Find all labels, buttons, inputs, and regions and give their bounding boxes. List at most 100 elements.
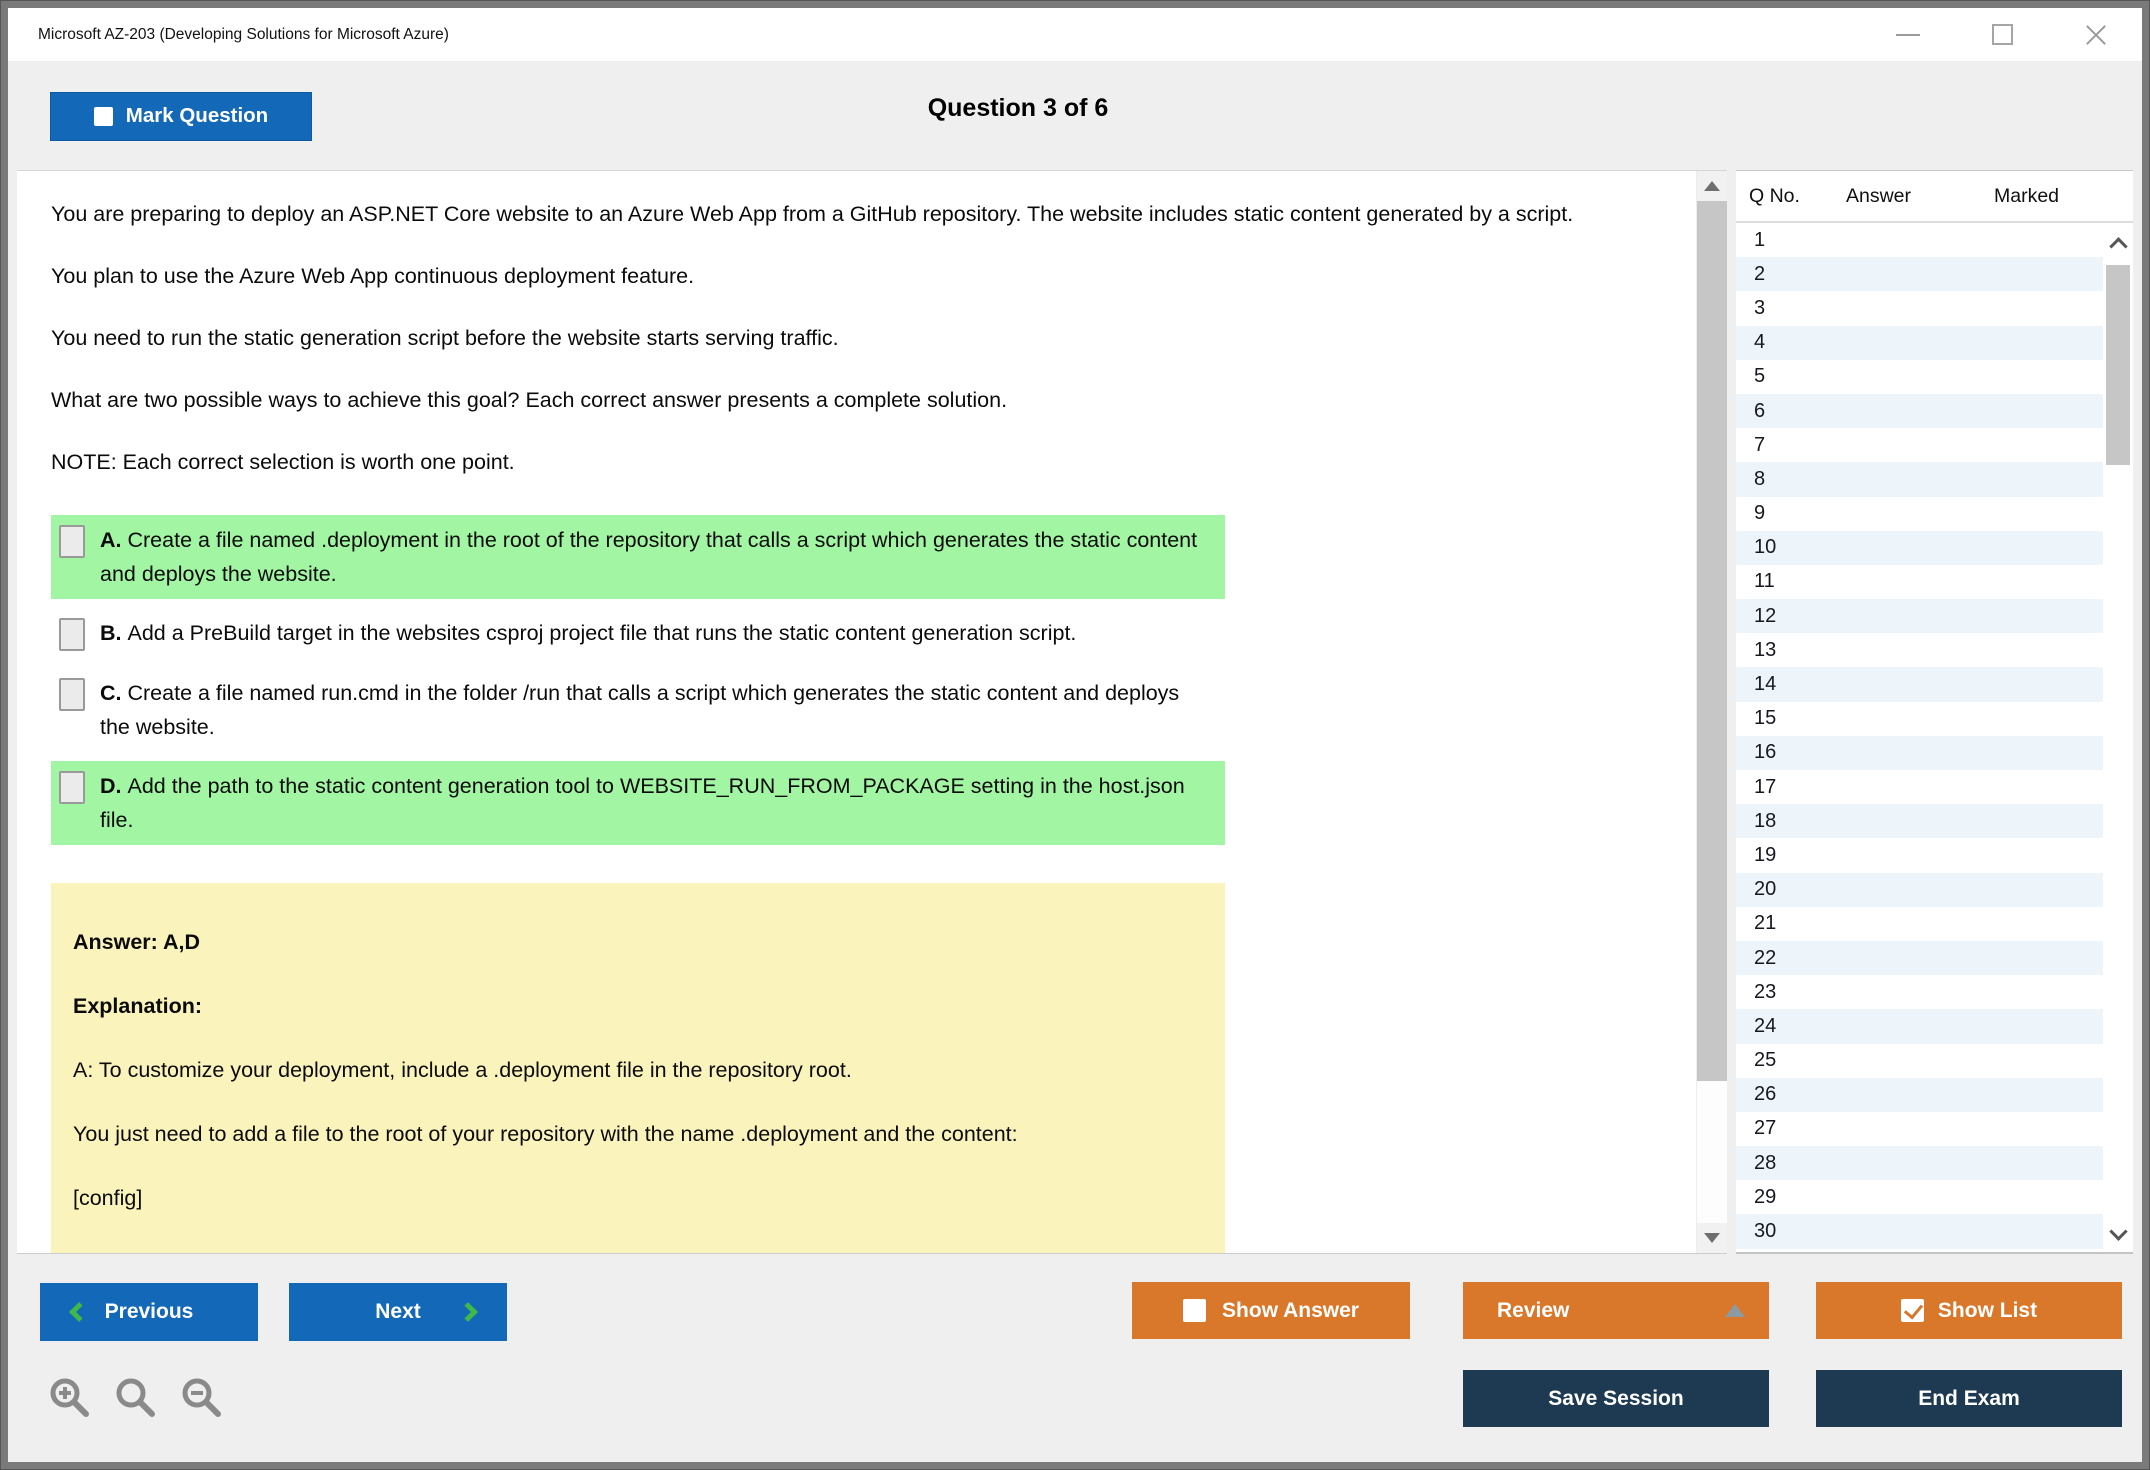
row-qno: 25 xyxy=(1736,1049,1828,1072)
answer-option-row[interactable]: A.Create a file named .deployment in the… xyxy=(51,515,1225,599)
option-body: Add a PreBuild target in the websites cs… xyxy=(128,621,1077,645)
row-qno: 3 xyxy=(1736,297,1828,320)
show-answer-label: Show Answer xyxy=(1222,1299,1359,1323)
option-checkbox[interactable] xyxy=(59,618,85,651)
question-list-row[interactable]: 9 xyxy=(1736,497,2103,531)
previous-label: Previous xyxy=(105,1300,194,1324)
row-qno: 10 xyxy=(1736,536,1828,559)
scroll-down-button[interactable] xyxy=(1697,1223,1727,1253)
end-exam-label: End Exam xyxy=(1918,1387,2020,1411)
main-scrollbar-thumb[interactable] xyxy=(1697,201,1727,1081)
question-list-row[interactable]: 20 xyxy=(1736,873,2103,907)
question-list-row[interactable]: 6 xyxy=(1736,394,2103,428)
option-checkbox[interactable] xyxy=(59,678,85,711)
question-list-row[interactable]: 27 xyxy=(1736,1112,2103,1146)
show-list-button[interactable]: Show List xyxy=(1816,1282,2122,1339)
show-list-checkbox[interactable] xyxy=(1901,1299,1924,1322)
question-list-row[interactable]: 17 xyxy=(1736,770,2103,804)
question-list-row[interactable]: 12 xyxy=(1736,599,2103,633)
show-answer-button[interactable]: Show Answer xyxy=(1132,1282,1410,1339)
previous-button[interactable]: Previous xyxy=(40,1283,258,1341)
question-list-row[interactable]: 14 xyxy=(1736,667,2103,701)
question-rows: 1 2 3 4 xyxy=(1736,223,2103,1252)
question-list-row[interactable]: 1 xyxy=(1736,223,2103,257)
answer-option-row[interactable]: B.Add a PreBuild target in the websites … xyxy=(51,608,1225,659)
question-paragraph: You need to run the static generation sc… xyxy=(51,321,1660,355)
row-qno: 19 xyxy=(1736,844,1828,867)
option-text: D.Add the path to the static content gen… xyxy=(100,769,1215,837)
question-list-row[interactable]: 2 xyxy=(1736,257,2103,291)
question-list-row[interactable]: 11 xyxy=(1736,565,2103,599)
question-list-row[interactable]: 7 xyxy=(1736,428,2103,462)
scroll-up-button[interactable] xyxy=(1697,171,1727,201)
row-qno: 26 xyxy=(1736,1083,1828,1106)
list-scroll-up-button[interactable] xyxy=(2103,229,2133,257)
main-scrollbar[interactable] xyxy=(1696,171,1727,1253)
list-scrollbar-thumb[interactable] xyxy=(2106,265,2130,465)
row-qno: 9 xyxy=(1736,502,1828,525)
question-list-row[interactable]: 18 xyxy=(1736,804,2103,838)
footer-bar: Previous Next xyxy=(8,1254,2142,1462)
zoom-out-button[interactable] xyxy=(176,1372,228,1424)
maximize-button[interactable] xyxy=(1984,17,2020,53)
zoom-reset-button[interactable] xyxy=(110,1372,162,1424)
question-list-row[interactable]: 29 xyxy=(1736,1180,2103,1214)
option-text: C.Create a file named run.cmd in the fol… xyxy=(100,676,1215,744)
question-paragraph: You plan to use the Azure Web App contin… xyxy=(51,259,1660,293)
show-answer-checkbox[interactable] xyxy=(1183,1299,1206,1322)
answer-option-row[interactable]: C.Create a file named run.cmd in the fol… xyxy=(51,668,1225,752)
question-list-row[interactable]: 23 xyxy=(1736,975,2103,1009)
row-qno: 1 xyxy=(1736,229,1828,252)
option-letter: D. xyxy=(100,774,122,798)
answer-options: A.Create a file named .deployment in the… xyxy=(51,515,1660,845)
question-list-panel: Q No. Answer Marked 1 2 xyxy=(1736,170,2133,1254)
review-label: Review xyxy=(1497,1299,1569,1323)
question-list-row[interactable]: 8 xyxy=(1736,462,2103,496)
row-qno: 15 xyxy=(1736,707,1828,730)
question-list-row[interactable]: 26 xyxy=(1736,1078,2103,1112)
content-area: You are preparing to deploy an ASP.NET C… xyxy=(8,170,2142,1254)
question-list-row[interactable]: 24 xyxy=(1736,1009,2103,1043)
question-list-row[interactable]: 3 xyxy=(1736,291,2103,325)
question-list-row[interactable]: 10 xyxy=(1736,531,2103,565)
question-list-row[interactable]: 25 xyxy=(1736,1044,2103,1078)
maximize-icon xyxy=(1992,24,2013,45)
question-paragraph: What are two possible ways to achieve th… xyxy=(51,383,1660,417)
option-text: B.Add a PreBuild target in the websites … xyxy=(100,616,1215,650)
close-button[interactable] xyxy=(2078,17,2114,53)
arrow-down-icon xyxy=(1704,1233,1720,1243)
question-list-row[interactable]: 4 xyxy=(1736,326,2103,360)
review-button[interactable]: Review xyxy=(1463,1282,1769,1339)
minimize-button[interactable] xyxy=(1890,17,1926,53)
chevron-down-icon xyxy=(2109,1222,2127,1240)
next-button[interactable]: Next xyxy=(289,1283,507,1341)
row-qno: 11 xyxy=(1736,570,1828,593)
mark-question-button[interactable]: Mark Question xyxy=(50,92,312,141)
answer-option-row[interactable]: D.Add the path to the static content gen… xyxy=(51,761,1225,845)
row-qno: 4 xyxy=(1736,331,1828,354)
question-list-row[interactable]: 5 xyxy=(1736,360,2103,394)
zoom-in-button[interactable] xyxy=(44,1372,96,1424)
question-list-row[interactable]: 13 xyxy=(1736,633,2103,667)
question-list-row[interactable]: 22 xyxy=(1736,941,2103,975)
question-list-row[interactable]: 28 xyxy=(1736,1146,2103,1180)
question-list-row[interactable]: 30 xyxy=(1736,1214,2103,1248)
question-list-row[interactable]: 15 xyxy=(1736,702,2103,736)
list-scroll-down-button[interactable] xyxy=(2103,1220,2133,1248)
end-exam-button[interactable]: End Exam xyxy=(1816,1370,2122,1427)
option-text: A.Create a file named .deployment in the… xyxy=(100,523,1215,591)
mark-question-checkbox[interactable] xyxy=(94,107,113,126)
question-list-row[interactable]: 16 xyxy=(1736,736,2103,770)
list-scrollbar[interactable] xyxy=(2103,223,2133,1252)
row-qno: 18 xyxy=(1736,810,1828,833)
save-session-button[interactable]: Save Session xyxy=(1463,1370,1769,1427)
question-list-row[interactable]: 21 xyxy=(1736,907,2103,941)
save-session-label: Save Session xyxy=(1548,1387,1683,1411)
option-checkbox[interactable] xyxy=(59,771,85,804)
question-list-row[interactable]: 19 xyxy=(1736,838,2103,872)
row-qno: 5 xyxy=(1736,365,1828,388)
zoom-in-icon xyxy=(46,1374,94,1422)
close-icon xyxy=(2084,23,2108,47)
chevron-right-icon xyxy=(458,1302,478,1322)
option-checkbox[interactable] xyxy=(59,525,85,558)
